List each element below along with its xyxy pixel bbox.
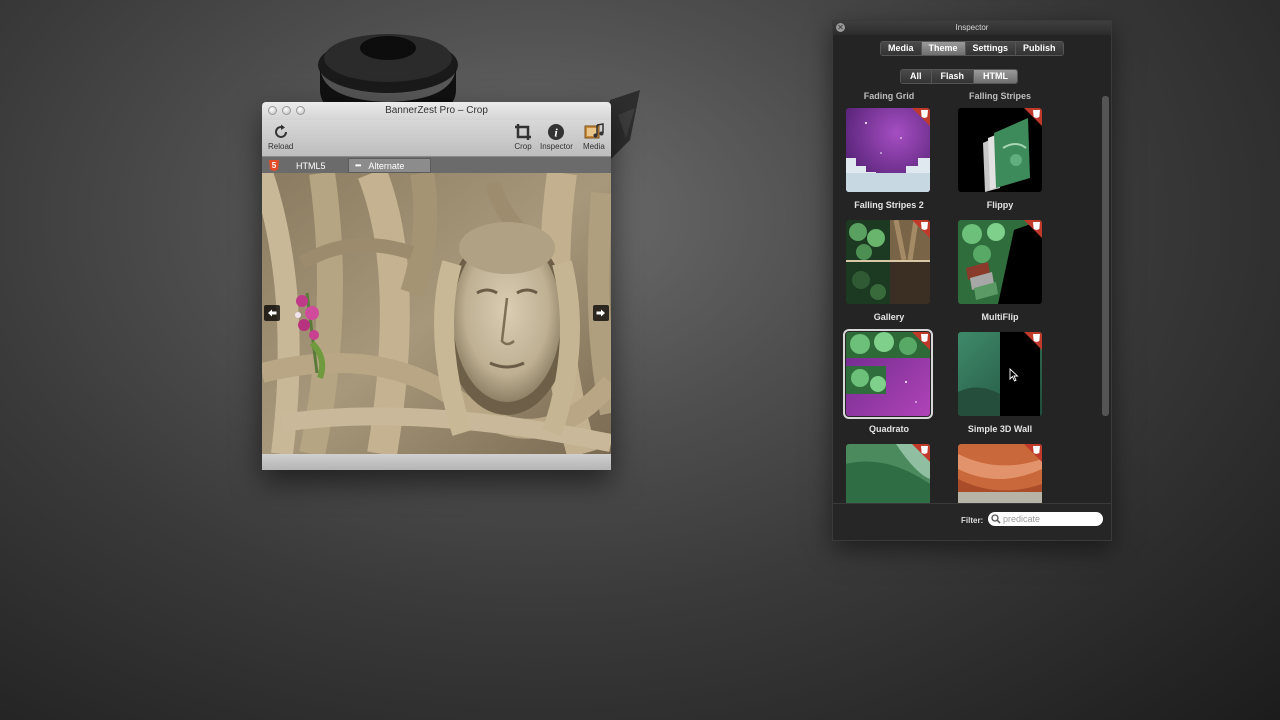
html5-icon: 5	[269, 160, 279, 171]
theme-filter-tabs: All Flash HTML	[900, 69, 1019, 84]
inspector-button[interactable]: i Inspector	[540, 122, 573, 151]
next-slide-button[interactable]	[593, 305, 609, 321]
tab-html5[interactable]: 5 HTML5	[262, 157, 344, 174]
reload-label: Reload	[268, 142, 294, 151]
tab-html[interactable]: HTML	[974, 70, 1018, 83]
tab-theme[interactable]: Theme	[921, 42, 966, 55]
bannerzest-window: BannerZest Pro – Crop Reload Crop i Insp…	[262, 102, 611, 470]
inspector-footer: Filter:	[833, 503, 1111, 540]
tab-media[interactable]: Media	[881, 42, 922, 55]
window-toolbar: Reload Crop i Inspector Media	[262, 120, 611, 157]
reload-button[interactable]: Reload	[268, 122, 293, 151]
filter-input[interactable]	[1001, 514, 1099, 524]
theme-thumb-multiflip[interactable]	[958, 220, 1042, 304]
theme-label-simple-3d-wall: Simple 3D Wall	[967, 424, 1033, 434]
inspector-tabs: Media Theme Settings Publish	[880, 41, 1064, 56]
reload-icon	[271, 122, 291, 142]
theme-thumb-simple-3d-wall[interactable]	[958, 332, 1042, 416]
media-icon	[584, 122, 604, 142]
theme-thumb-flippy[interactable]	[958, 108, 1042, 192]
mouse-pointer-icon	[1009, 368, 1019, 382]
zoom-window-button[interactable]	[296, 106, 305, 115]
tab-publish[interactable]: Publish	[1016, 42, 1063, 55]
theme-thumb-partial-2[interactable]	[958, 444, 1042, 503]
filter-label: Filter:	[961, 516, 984, 525]
buddha-head-tree-roots-photo	[262, 173, 611, 454]
filter-search-field[interactable]	[988, 512, 1103, 526]
theme-label-multiflip: MultiFlip	[981, 312, 1019, 322]
inspector-title: Inspector	[955, 23, 989, 32]
window-footer	[262, 454, 611, 470]
crop-button[interactable]: Crop	[513, 122, 533, 151]
theme-label-cut-2: Falling Stripes	[968, 91, 1031, 101]
tab-all[interactable]: All	[901, 70, 932, 83]
theme-thumb-gallery[interactable]	[846, 220, 930, 304]
output-tabs: 5 HTML5 ••• Alternate	[262, 157, 611, 174]
inspector-panel: ✕ Inspector Media Theme Settings Publish…	[832, 20, 1112, 541]
scrollbar-thumb[interactable]	[1102, 96, 1109, 416]
arrow-right-icon	[596, 309, 605, 317]
search-icon	[991, 514, 1001, 524]
tab-alternate[interactable]: ••• Alternate	[348, 158, 431, 173]
previous-slide-button[interactable]	[264, 305, 280, 321]
tab-html5-label: HTML5	[296, 160, 326, 171]
media-button[interactable]: Media	[583, 122, 605, 151]
close-icon[interactable]: ✕	[836, 23, 845, 32]
window-controls	[268, 106, 305, 115]
theme-label-falling-stripes-2: Falling Stripes 2	[854, 200, 924, 210]
theme-gallery: Fading Grid Falling Stripes Falling Stri…	[833, 91, 1101, 503]
tab-alternate-label: Alternate	[368, 160, 405, 171]
theme-label-flippy: Flippy	[986, 200, 1014, 210]
theme-thumb-falling-stripes-2[interactable]	[846, 108, 930, 192]
theme-thumb-partial-1[interactable]	[846, 444, 930, 503]
window-titlebar[interactable]: BannerZest Pro – Crop	[262, 102, 611, 120]
inspector-titlebar[interactable]: ✕ Inspector	[833, 21, 1111, 35]
tab-flash[interactable]: Flash	[931, 70, 975, 83]
inspector-label: Inspector	[540, 142, 573, 151]
arrow-left-icon	[268, 309, 277, 317]
theme-gallery-scrollbar[interactable]	[1102, 96, 1109, 416]
tab-settings[interactable]: Settings	[965, 42, 1017, 55]
window-title: BannerZest Pro – Crop	[385, 105, 488, 116]
more-icon: •••	[355, 161, 361, 170]
media-label: Media	[583, 142, 605, 151]
theme-label-gallery: Gallery	[873, 312, 905, 322]
banner-preview-image	[262, 173, 611, 454]
crop-label: Crop	[514, 142, 532, 151]
theme-label-quadrato: Quadrato	[868, 424, 909, 434]
minimize-window-button[interactable]	[282, 106, 291, 115]
crop-icon	[513, 122, 533, 142]
theme-label-cut-1: Fading Grid	[863, 91, 915, 101]
theme-thumb-quadrato[interactable]	[843, 329, 933, 419]
info-icon: i	[546, 122, 566, 142]
close-window-button[interactable]	[268, 106, 277, 115]
